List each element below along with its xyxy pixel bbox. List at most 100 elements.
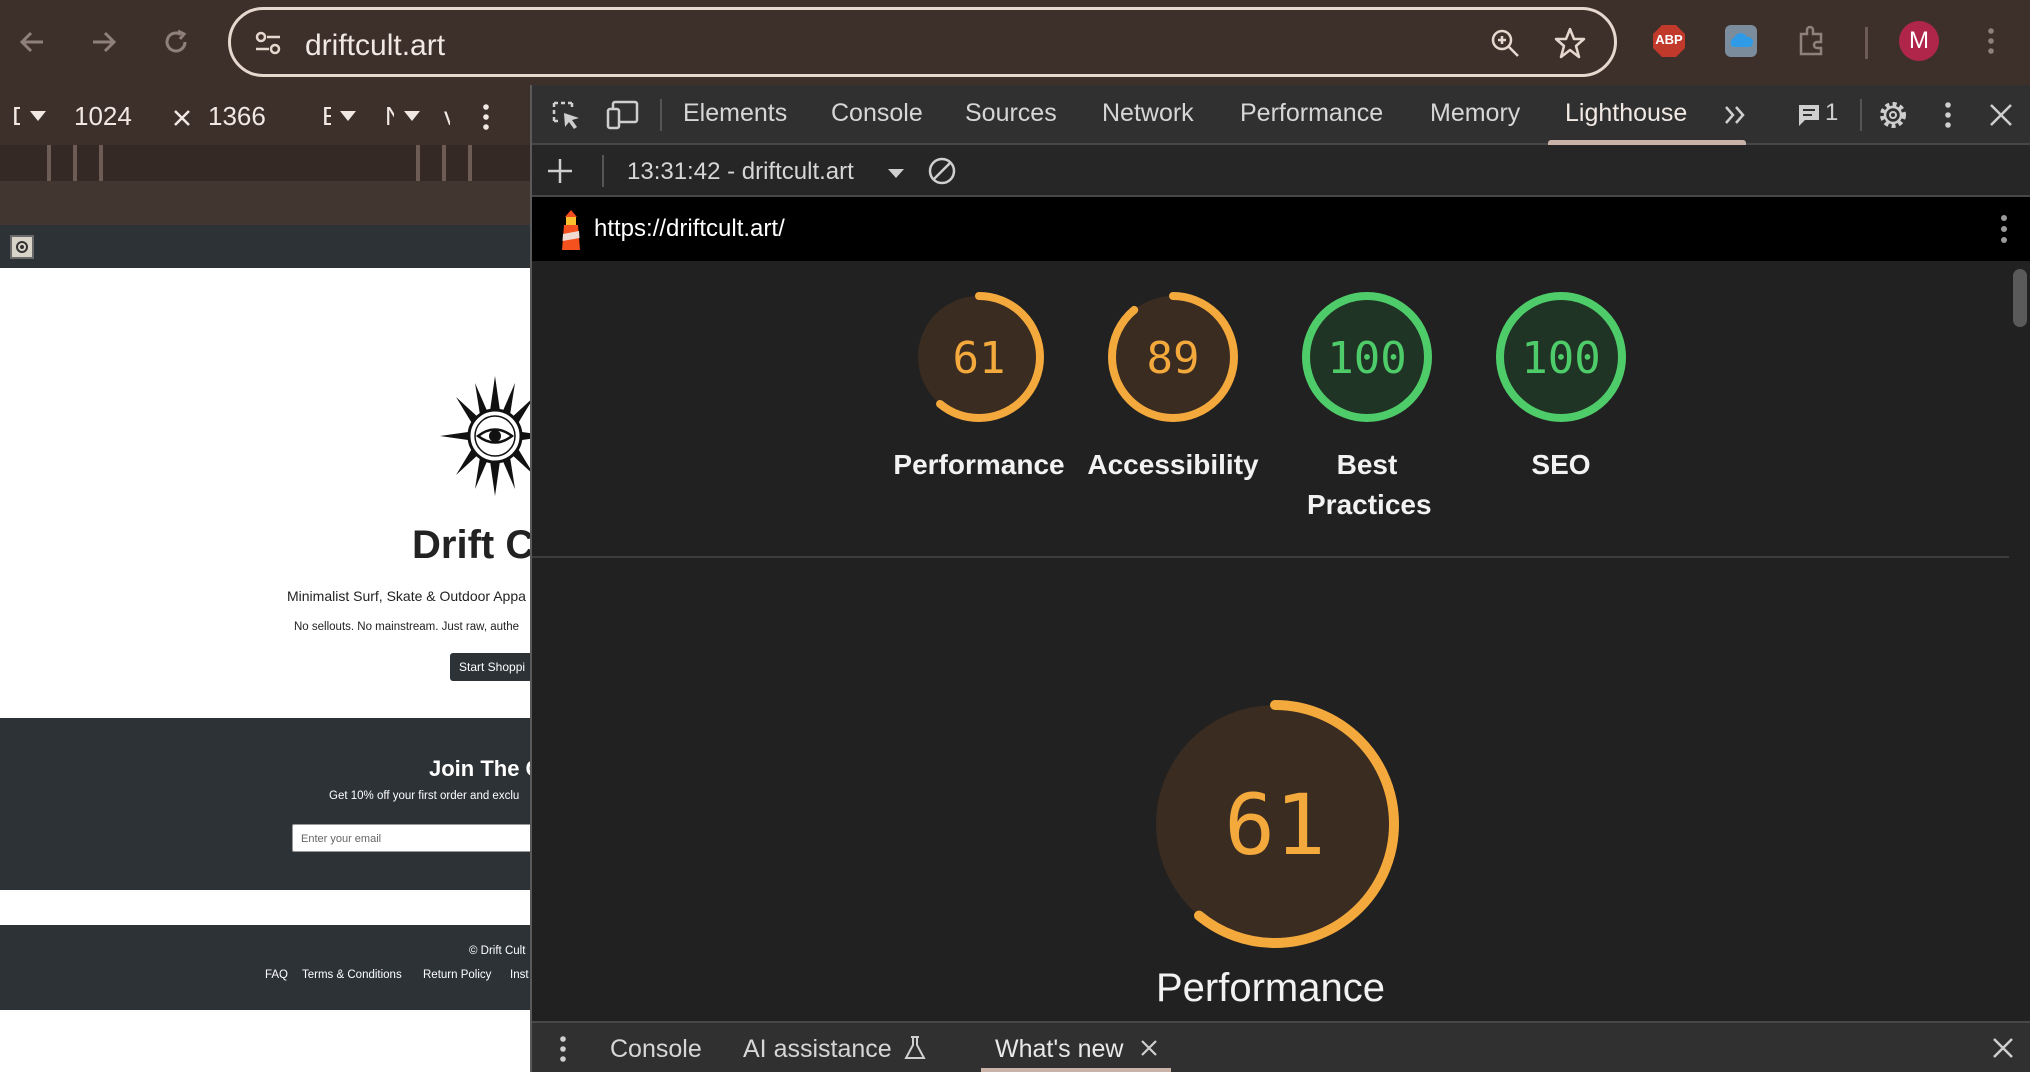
- reload-button[interactable]: [156, 22, 196, 62]
- media-query-ruler[interactable]: [0, 145, 530, 181]
- address-bar[interactable]: driftcult.art: [228, 7, 1617, 77]
- newsletter-title: Join The C: [429, 756, 530, 781]
- start-shopping-button[interactable]: Start Shoppi: [450, 653, 530, 681]
- devtools-menu-icon[interactable]: [1943, 101, 1953, 129]
- kebab-menu-icon: [1988, 28, 1994, 54]
- report-scrollbar[interactable]: [2009, 261, 2030, 1021]
- footer-link-terms[interactable]: Terms & Conditions: [302, 969, 402, 981]
- site-settings-icon[interactable]: [253, 28, 283, 58]
- email-field[interactable]: Enter your email: [292, 824, 530, 852]
- gauge-label: Best Practices: [1307, 449, 1432, 520]
- height-input[interactable]: 1366: [208, 101, 266, 132]
- tab-network[interactable]: Network: [1102, 99, 1194, 128]
- tab-sources[interactable]: Sources: [965, 99, 1057, 128]
- caret-down-icon: [404, 111, 420, 121]
- forward-button[interactable]: [84, 22, 124, 62]
- score-gauge-best-practices[interactable]: 100 Best Practices: [1267, 291, 1467, 525]
- cloud-extension-icon[interactable]: [1720, 20, 1762, 62]
- scroll-thumb[interactable]: [2013, 269, 2027, 327]
- newsletter-subtitle: Get 10% off your first order and exclu: [329, 790, 520, 802]
- section-divider: [532, 556, 2009, 558]
- report-menu-icon[interactable]: [1999, 213, 2009, 245]
- toolbar-divider: [1865, 27, 1868, 59]
- whats-new-label: What's new: [995, 1035, 1124, 1063]
- browser-menu-button[interactable]: [1970, 20, 2012, 62]
- copyright-text: © Drift Cult: [469, 945, 526, 957]
- score-gauge-ring: 100: [1302, 292, 1432, 422]
- settings-gear-icon[interactable]: [1877, 99, 1909, 131]
- close-tab-icon: [1141, 1040, 1157, 1056]
- flask-icon: [904, 1036, 926, 1059]
- toolbar-divider: [602, 155, 604, 187]
- report-url[interactable]: https://driftcult.art/: [594, 215, 785, 243]
- score-gauge-seo[interactable]: 100 SEO: [1461, 291, 1661, 485]
- drawer-tab-ai-assistance[interactable]: AI assistance: [743, 1035, 892, 1064]
- start-shopping-label: Start Shoppi: [459, 660, 526, 674]
- score-gauge-ring: 61: [1151, 700, 1399, 948]
- drawer-tab-console[interactable]: Console: [610, 1035, 702, 1064]
- more-tabs-chevron-icon[interactable]: [1722, 102, 1748, 128]
- big-performance-gauge: 61: [1150, 699, 1400, 949]
- url-text[interactable]: driftcult.art: [305, 29, 445, 63]
- big-gauge-label: Performance: [1156, 966, 1385, 1010]
- gauge-value: 61: [1224, 776, 1325, 874]
- issues-icon[interactable]: [1796, 102, 1822, 128]
- gauge-value: 100: [1521, 333, 1600, 384]
- caret-down-icon: [888, 169, 904, 178]
- reload-icon: [165, 29, 187, 53]
- bookmark-star-icon[interactable]: [1553, 26, 1587, 60]
- report-url-bar: https://driftcult.art/: [532, 197, 2030, 261]
- devtools-panel: Elements Console Sources Network Perform…: [530, 85, 2030, 1072]
- footer-link-faq[interactable]: FAQ: [265, 969, 288, 981]
- devtools-drawer: Console AI assistance What's new: [532, 1021, 2030, 1072]
- times-icon: [174, 110, 190, 126]
- extensions-puzzle-icon[interactable]: [1791, 20, 1833, 62]
- gauge-value: 89: [1147, 333, 1200, 384]
- lighthouse-logo-icon: [562, 210, 580, 250]
- tab-lighthouse[interactable]: Lighthouse: [1565, 99, 1687, 128]
- dimensions-select[interactable]: Dimensions: [12, 101, 20, 132]
- score-gauge-ring: 61: [914, 292, 1044, 422]
- score-gauge-accessibility[interactable]: 89 Accessibility: [1073, 291, 1273, 485]
- gauge-label: SEO: [1531, 449, 1591, 480]
- zoom-select[interactable]: E: [322, 101, 331, 132]
- zoom-icon[interactable]: [1489, 27, 1521, 59]
- close-devtools-icon[interactable]: [1989, 103, 2013, 127]
- score-gauge-performance[interactable]: 61 Performance: [879, 291, 1079, 485]
- device-toggle-icon[interactable]: [606, 99, 640, 131]
- issues-count[interactable]: 1: [1825, 99, 1838, 127]
- footer-link-instagram[interactable]: Inst: [510, 969, 529, 981]
- tab-elements[interactable]: Elements: [683, 99, 787, 128]
- footer-link-returns[interactable]: Return Policy: [423, 969, 491, 981]
- page-preview: Drift C Minimalist Surf, Skate & Outdoor…: [0, 225, 530, 1072]
- lighthouse-toolbar: 13:31:42 - driftcult.art: [532, 145, 2030, 197]
- brand-title: Drift C: [412, 523, 530, 567]
- clear-reports-icon[interactable]: [927, 156, 957, 186]
- tab-divider: [660, 99, 662, 131]
- width-input[interactable]: 1024: [74, 101, 132, 132]
- device-ruler: [0, 181, 530, 225]
- extra-select[interactable]: v: [444, 101, 450, 132]
- new-report-plus-icon[interactable]: [546, 157, 574, 185]
- drawer-menu-icon[interactable]: [558, 1035, 568, 1063]
- settings-gear-icon[interactable]: [10, 235, 34, 259]
- profile-avatar[interactable]: M: [1898, 20, 1940, 62]
- browser-toolbar: driftcult.art ABP M: [0, 0, 2030, 85]
- device-toolbar: Dimensions 1024 1366 E N v: [0, 85, 530, 145]
- device-more-icon: [483, 104, 489, 130]
- tab-memory[interactable]: Memory: [1430, 99, 1520, 128]
- score-gauge-ring: 100: [1496, 292, 1626, 422]
- lighthouse-report: 61 Performance 89 Accessibility 100 Best Prac…: [532, 261, 2009, 1021]
- inspect-element-icon[interactable]: [550, 99, 582, 131]
- tab-performance[interactable]: Performance: [1240, 99, 1383, 128]
- close-drawer-icon[interactable]: [1992, 1037, 2014, 1059]
- back-button[interactable]: [12, 22, 52, 62]
- drawer-tab-whats-new[interactable]: What's new: [981, 1023, 1213, 1072]
- site-footer: © Drift Cult FAQ Terms & Conditions Retu…: [0, 925, 530, 1010]
- tab-console[interactable]: Console: [831, 99, 923, 128]
- caret-down-icon: [30, 111, 46, 121]
- throttle-select[interactable]: N: [385, 101, 394, 132]
- adblock-extension-icon[interactable]: ABP: [1648, 20, 1690, 62]
- score-gauge-ring: 89: [1108, 292, 1238, 422]
- report-select[interactable]: 13:31:42 - driftcult.art: [627, 158, 854, 186]
